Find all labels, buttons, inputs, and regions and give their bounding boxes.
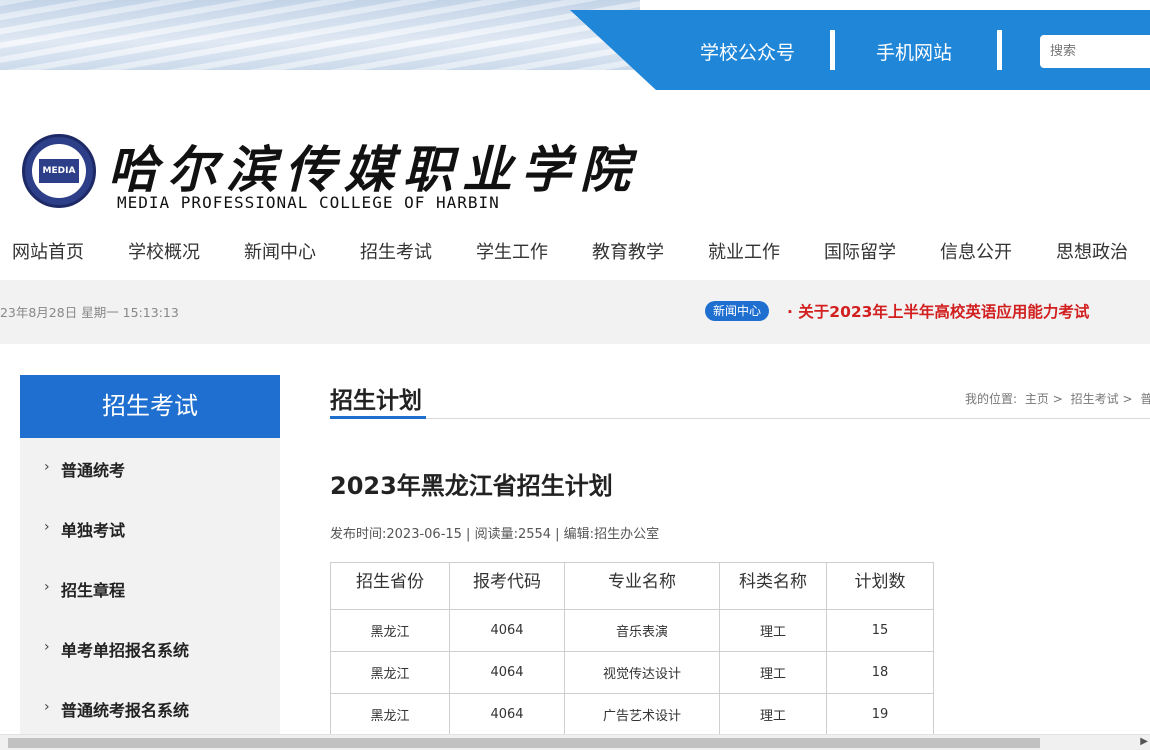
chevron-right-icon: › bbox=[44, 639, 50, 655]
breadcrumb-admissions[interactable]: 招生考试 bbox=[1071, 392, 1119, 406]
section-title-underline bbox=[330, 416, 426, 419]
table-cell: 理工 bbox=[719, 693, 827, 736]
top-banner: 学校公众号 手机网站 bbox=[0, 0, 1150, 90]
table-cell: 15 bbox=[826, 609, 934, 652]
admission-plan-table: 招生省份 报考代码 专业名称 科类名称 计划数 黑龙江 4064 音乐表演 理工… bbox=[330, 562, 934, 736]
emblem-mark: MEDIA bbox=[39, 159, 79, 183]
nav-item-teaching[interactable]: 教育教学 bbox=[592, 238, 664, 264]
chevron-right-icon: › bbox=[44, 459, 50, 475]
top-link-divider bbox=[997, 30, 1002, 70]
breadcrumb-prefix: 我的位置: bbox=[965, 392, 1018, 406]
table-cell: 黑龙江 bbox=[330, 609, 450, 652]
article-title: 2023年黑龙江省招生计划 bbox=[330, 472, 613, 500]
section-divider bbox=[330, 418, 1150, 419]
banner-sky-image bbox=[0, 0, 640, 70]
college-name-en: MEDIA PROFESSIONAL COLLEGE OF HARBIN bbox=[117, 193, 500, 212]
sidebar-item-label: 普通统考报名系统 bbox=[61, 701, 190, 720]
breadcrumb-general[interactable]: 普通 bbox=[1140, 392, 1150, 406]
table-cell: 广告艺术设计 bbox=[564, 693, 720, 736]
nav-item-news[interactable]: 新闻中心 bbox=[244, 238, 316, 264]
news-center-badge[interactable]: 新闻中心 bbox=[705, 301, 769, 321]
main-nav: 网站首页 学校概况 新闻中心 招生考试 学生工作 教育教学 就业工作 国际留学 … bbox=[0, 238, 1150, 264]
news-ticker-link[interactable]: · 关于2023年上半年高校英语应用能力考试 bbox=[787, 300, 1089, 322]
sidebar-item-general-registration[interactable]: › 普通统考报名系统 bbox=[20, 678, 280, 738]
current-datetime: 023年8月28日 星期一 15:13:13 bbox=[0, 305, 179, 320]
section-title: 招生计划 bbox=[330, 388, 422, 414]
nav-item-employment[interactable]: 就业工作 bbox=[708, 238, 780, 264]
table-header: 专业名称 bbox=[564, 562, 720, 610]
table-row: 黑龙江 4064 视觉传达设计 理工 18 bbox=[330, 651, 934, 694]
chevron-right-icon: › bbox=[44, 699, 50, 715]
college-emblem[interactable]: MEDIA bbox=[22, 134, 96, 208]
nav-item-admissions[interactable]: 招生考试 bbox=[360, 238, 432, 264]
sidebar-item-general-exam[interactable]: › 普通统考 bbox=[20, 438, 280, 498]
horizontal-scrollbar[interactable]: ▶ bbox=[0, 734, 1150, 750]
table-header: 报考代码 bbox=[449, 562, 565, 610]
table-row: 黑龙江 4064 广告艺术设计 理工 19 bbox=[330, 693, 934, 736]
table-cell: 理工 bbox=[719, 651, 827, 694]
nav-item-about[interactable]: 学校概况 bbox=[128, 238, 200, 264]
sidebar-item-admission-charter[interactable]: › 招生章程 bbox=[20, 558, 280, 618]
sidebar-title: 招生考试 bbox=[20, 375, 280, 438]
table-header: 招生省份 bbox=[330, 562, 450, 610]
table-header-row: 招生省份 报考代码 专业名称 科类名称 计划数 bbox=[330, 562, 934, 610]
nav-item-study-abroad[interactable]: 国际留学 bbox=[824, 238, 896, 264]
table-cell: 18 bbox=[826, 651, 934, 694]
article-meta: 发布时间:2023-06-15 | 阅读量:2554 | 编辑:招生办公室 bbox=[330, 527, 660, 542]
table-cell: 黑龙江 bbox=[330, 651, 450, 694]
breadcrumb: 我的位置: 主页 > 招生考试 > 普通 bbox=[965, 390, 1150, 407]
nav-item-ideology[interactable]: 思想政治 bbox=[1056, 238, 1128, 264]
table-cell: 4064 bbox=[449, 609, 565, 652]
nav-item-disclosure[interactable]: 信息公开 bbox=[940, 238, 1012, 264]
table-row: 黑龙江 4064 音乐表演 理工 15 bbox=[330, 609, 934, 652]
chevron-right-icon: › bbox=[44, 579, 50, 595]
table-cell: 19 bbox=[826, 693, 934, 736]
sidebar-item-label: 单独考试 bbox=[61, 521, 126, 540]
chevron-right-icon: › bbox=[44, 519, 50, 535]
sidebar-item-label: 普通统考 bbox=[61, 461, 126, 480]
table-cell: 音乐表演 bbox=[564, 609, 720, 652]
sidebar-menu: › 普通统考 › 单独考试 › 招生章程 › 单考单招报名系统 › 普通统考报名… bbox=[20, 438, 280, 738]
college-name-cn[interactable]: 哈尔滨传媒职业学院 bbox=[108, 130, 639, 202]
sidebar-item-separate-registration[interactable]: › 单考单招报名系统 bbox=[20, 618, 280, 678]
table-header: 科类名称 bbox=[719, 562, 827, 610]
sidebar-item-separate-exam[interactable]: › 单独考试 bbox=[20, 498, 280, 558]
breadcrumb-home[interactable]: 主页 bbox=[1025, 392, 1049, 406]
table-cell: 理工 bbox=[719, 609, 827, 652]
top-link-divider bbox=[830, 30, 835, 70]
table-cell: 4064 bbox=[449, 651, 565, 694]
mobile-site-link[interactable]: 手机网站 bbox=[876, 38, 952, 65]
sidebar-item-label: 单考单招报名系统 bbox=[61, 641, 190, 660]
table-cell: 黑龙江 bbox=[330, 693, 450, 736]
search-input[interactable] bbox=[1040, 35, 1150, 68]
breadcrumb-separator: > bbox=[1122, 392, 1133, 406]
table-header: 计划数 bbox=[826, 562, 934, 610]
scrollbar-thumb[interactable] bbox=[8, 738, 1040, 748]
table-cell: 4064 bbox=[449, 693, 565, 736]
breadcrumb-separator: > bbox=[1052, 392, 1063, 406]
nav-item-student-affairs[interactable]: 学生工作 bbox=[476, 238, 548, 264]
nav-item-home[interactable]: 网站首页 bbox=[12, 238, 84, 264]
table-cell: 视觉传达设计 bbox=[564, 651, 720, 694]
wechat-link[interactable]: 学校公众号 bbox=[700, 38, 795, 65]
scroll-right-arrow-icon[interactable]: ▶ bbox=[1140, 736, 1148, 747]
sidebar-item-label: 招生章程 bbox=[61, 581, 126, 600]
news-strip: 023年8月28日 星期一 15:13:13 新闻中心 · 关于2023年上半年… bbox=[0, 280, 1150, 344]
